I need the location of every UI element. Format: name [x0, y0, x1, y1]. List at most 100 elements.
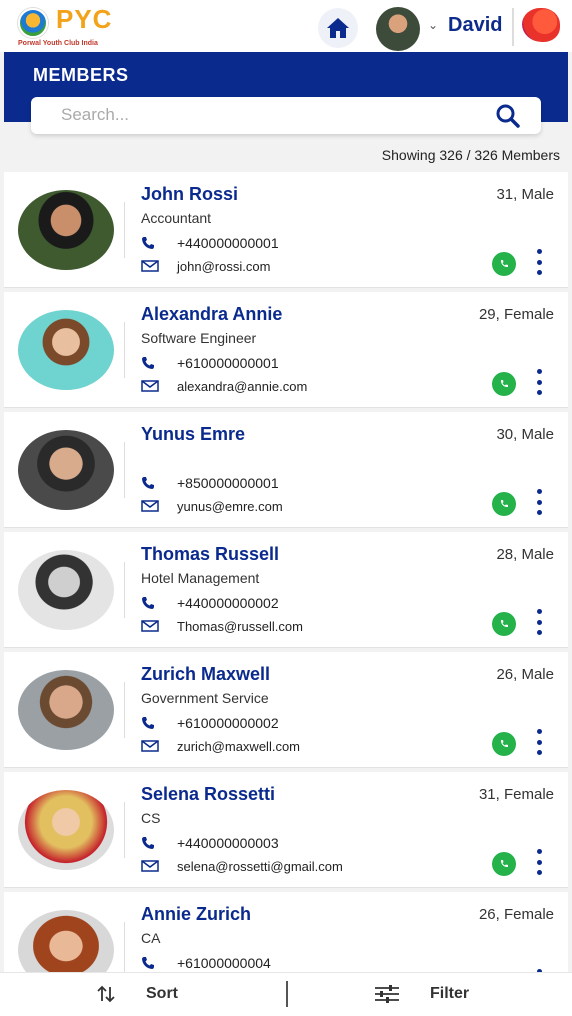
whatsapp-icon — [500, 500, 508, 508]
mail-icon — [141, 860, 163, 872]
whatsapp-button[interactable] — [492, 612, 516, 636]
top-bar: PYC Porwal Youth Club India ⌄ David — [0, 0, 572, 52]
member-card[interactable]: Selena Rossetti CS 31, Female +440000000… — [4, 772, 568, 888]
logo-text: PYC — [56, 4, 113, 34]
phone-icon — [141, 476, 163, 490]
member-name[interactable]: John Rossi — [141, 184, 238, 205]
member-email-row[interactable]: alexandra@annie.com — [141, 377, 307, 395]
mail-icon — [141, 740, 163, 752]
whatsapp-button[interactable] — [492, 852, 516, 876]
home-button[interactable] — [318, 8, 358, 48]
search-input[interactable] — [61, 103, 501, 127]
whatsapp-button[interactable] — [492, 372, 516, 396]
member-phone: +610000000001 — [177, 355, 279, 371]
member-phone-row[interactable]: +440000000002 — [141, 594, 279, 612]
member-age-gender: 30, Male — [496, 426, 554, 443]
member-email-row[interactable]: john@rossi.com — [141, 257, 270, 275]
search-icon — [496, 104, 520, 128]
member-card[interactable]: Thomas Russell Hotel Management 28, Male… — [4, 532, 568, 648]
member-avatar — [18, 310, 114, 390]
search-button[interactable] — [493, 101, 523, 131]
more-options-icon[interactable] — [532, 606, 546, 638]
sort-button[interactable]: Sort — [96, 977, 206, 1011]
member-email: yunus@emre.com — [177, 498, 283, 514]
brand-logo-icon[interactable] — [522, 8, 560, 42]
user-name[interactable]: David — [448, 14, 502, 37]
member-phone-row[interactable]: +610000000001 — [141, 354, 279, 372]
chevron-down-icon[interactable]: ⌄ — [428, 18, 438, 32]
member-email: zurich@maxwell.com — [177, 738, 300, 754]
more-options-icon[interactable] — [532, 726, 546, 758]
bottom-bar: Sort Filter — [0, 972, 572, 1016]
home-icon — [327, 18, 349, 38]
divider — [124, 682, 125, 738]
member-card[interactable]: Alexandra Annie Software Engineer 29, Fe… — [4, 292, 568, 408]
member-email-row[interactable]: yunus@emre.com — [141, 497, 283, 515]
member-phone-row[interactable]: +61000000004 — [141, 954, 271, 972]
search-bar — [31, 97, 541, 134]
header-divider — [512, 8, 514, 46]
sort-icon — [97, 985, 115, 1003]
member-age-gender: 26, Male — [496, 666, 554, 683]
member-name[interactable]: Alexandra Annie — [141, 304, 282, 325]
member-job: CA — [141, 930, 161, 946]
member-email-row[interactable]: selena@rossetti@gmail.com — [141, 857, 343, 875]
phone-icon — [141, 356, 163, 370]
phone-icon — [141, 836, 163, 850]
logo-subtitle: Porwal Youth Club India — [18, 40, 98, 47]
user-avatar[interactable] — [376, 7, 420, 51]
app-logo[interactable]: PYC Porwal Youth Club India — [18, 4, 138, 48]
member-email-row[interactable]: Thomas@russell.com — [141, 617, 303, 635]
phone-icon — [141, 956, 163, 970]
member-avatar — [18, 670, 114, 750]
member-card[interactable]: Zurich Maxwell Government Service 26, Ma… — [4, 652, 568, 768]
filter-sliders-icon — [375, 985, 399, 1003]
member-phone-row[interactable]: +610000000002 — [141, 714, 279, 732]
member-age-gender: 31, Female — [478, 786, 554, 803]
more-options-icon[interactable] — [532, 846, 546, 878]
whatsapp-icon — [500, 260, 508, 268]
member-name[interactable]: Zurich Maxwell — [141, 664, 270, 685]
member-card[interactable]: John Rossi Accountant 31, Male +44000000… — [4, 172, 568, 288]
member-card[interactable]: Annie Zurich CA 26, Female +61000000004 — [4, 892, 568, 972]
member-email: selena@rossetti@gmail.com — [177, 858, 343, 874]
mail-icon — [141, 620, 163, 632]
member-card[interactable]: Yunus Emre 30, Male +850000000001 yunus@… — [4, 412, 568, 528]
whatsapp-icon — [500, 620, 508, 628]
members-count: Showing 326 / 326 Members — [381, 147, 560, 163]
phone-icon — [141, 716, 163, 730]
member-age-gender: 29, Female — [478, 306, 554, 323]
sort-label: Sort — [146, 985, 178, 1002]
member-avatar — [18, 430, 114, 510]
member-avatar — [18, 790, 114, 870]
member-phone: +440000000001 — [177, 235, 279, 251]
member-phone-row[interactable]: +850000000001 — [141, 474, 279, 492]
member-phone-row[interactable]: +440000000001 — [141, 234, 279, 252]
member-list: John Rossi Accountant 31, Male +44000000… — [4, 172, 568, 972]
club-emblem-icon — [18, 8, 48, 38]
more-options-icon[interactable] — [532, 486, 546, 518]
member-email: john@rossi.com — [177, 258, 271, 274]
bottom-divider — [286, 981, 288, 1007]
member-name[interactable]: Yunus Emre — [141, 424, 245, 445]
member-name[interactable]: Thomas Russell — [141, 544, 279, 565]
member-phone: +850000000001 — [177, 475, 279, 491]
whatsapp-icon — [500, 860, 508, 868]
member-name[interactable]: Annie Zurich — [141, 904, 251, 925]
member-age-gender: 28, Male — [496, 546, 554, 563]
member-phone-row[interactable]: +440000000003 — [141, 834, 279, 852]
whatsapp-button[interactable] — [492, 732, 516, 756]
member-avatar — [18, 190, 114, 270]
filter-button[interactable]: Filter — [374, 977, 494, 1011]
whatsapp-button[interactable] — [492, 492, 516, 516]
divider — [124, 802, 125, 858]
member-email-row[interactable]: zurich@maxwell.com — [141, 737, 300, 755]
more-options-icon[interactable] — [532, 366, 546, 398]
whatsapp-button[interactable] — [492, 252, 516, 276]
more-options-icon[interactable] — [532, 246, 546, 278]
member-email: alexandra@annie.com — [177, 378, 308, 394]
member-phone: +440000000002 — [177, 595, 279, 611]
member-name[interactable]: Selena Rossetti — [141, 784, 275, 805]
member-phone: +610000000002 — [177, 715, 279, 731]
divider — [124, 442, 125, 498]
